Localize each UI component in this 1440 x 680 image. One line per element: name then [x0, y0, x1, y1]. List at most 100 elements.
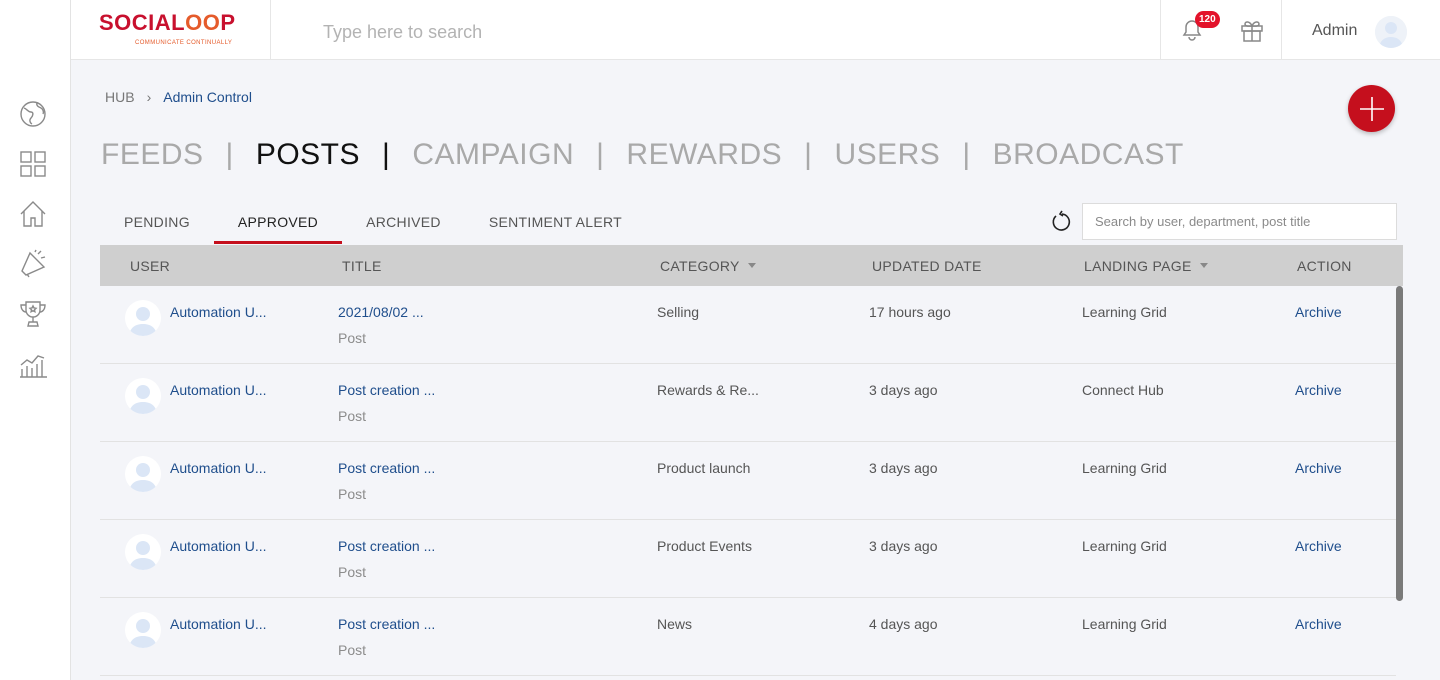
row-updated-date: 17 hours ago — [869, 304, 951, 320]
archive-link[interactable]: Archive — [1295, 538, 1342, 554]
logo-tagline: COMMUNICATE CONTINUALLY — [135, 40, 233, 46]
table-row: Automation U... Post creation ... Post N… — [100, 598, 1396, 676]
gift-icon[interactable] — [1239, 17, 1267, 45]
logo-wordmark: SOCIALOOP — [99, 10, 236, 36]
row-category: Product Events — [657, 538, 752, 554]
megaphone-icon[interactable] — [18, 249, 48, 279]
admin-name[interactable]: Admin — [1312, 22, 1357, 40]
nav-separator: | — [596, 138, 605, 171]
avatar — [125, 456, 161, 492]
nav-posts[interactable]: POSTS — [256, 138, 360, 172]
divider — [1160, 0, 1161, 60]
row-updated-date: 3 days ago — [869, 382, 938, 398]
refresh-icon[interactable] — [1051, 210, 1075, 234]
row-post-type: Post — [338, 564, 367, 580]
column-label: USER — [130, 257, 171, 274]
nav-users[interactable]: USERS — [834, 138, 940, 172]
nav-separator: | — [225, 138, 234, 171]
avatar — [125, 300, 161, 336]
avatar — [125, 612, 161, 648]
grid-icon[interactable] — [18, 149, 48, 179]
row-title-link[interactable]: Post creation ... — [338, 460, 435, 476]
analytics-icon[interactable] — [18, 349, 48, 379]
column-updated-date: UPDATED DATE — [872, 245, 982, 286]
row-post-type: Post — [338, 486, 367, 502]
sub-tabs: PENDING APPROVED ARCHIVED SENTIMENT ALER… — [100, 200, 646, 244]
tab-approved[interactable]: APPROVED — [213, 200, 343, 244]
row-title-link[interactable]: Post creation ... — [338, 382, 435, 398]
top-bar: SOCIALOOP COMMUNICATE CONTINUALLY 120 Ad… — [71, 0, 1440, 60]
row-updated-date: 3 days ago — [869, 460, 938, 476]
nav-rewards[interactable]: REWARDS — [626, 138, 782, 172]
logo-part: SOCIAL — [99, 10, 186, 35]
add-button[interactable] — [1348, 85, 1395, 132]
nav-feeds[interactable]: FEEDS — [101, 138, 204, 172]
table-search-input[interactable] — [1082, 203, 1397, 240]
row-title-link[interactable]: Post creation ... — [338, 538, 435, 554]
table-row: Automation U... Post creation ... Post P… — [100, 520, 1396, 598]
nav-separator: | — [962, 138, 971, 171]
table-scrollbar[interactable] — [1396, 286, 1403, 601]
column-label: LANDING PAGE — [1084, 257, 1192, 274]
tab-pending[interactable]: PENDING — [100, 200, 214, 244]
row-landing-page: Connect Hub — [1082, 382, 1164, 398]
column-label: CATEGORY — [660, 257, 740, 274]
row-user-link[interactable]: Automation U... — [170, 616, 267, 632]
notification-badge: 120 — [1195, 11, 1220, 28]
archive-link[interactable]: Archive — [1295, 460, 1342, 476]
archive-link[interactable]: Archive — [1295, 304, 1342, 320]
avatar[interactable] — [1375, 16, 1407, 48]
archive-link[interactable]: Archive — [1295, 382, 1342, 398]
row-category: Product launch — [657, 460, 751, 476]
row-landing-page: Learning Grid — [1082, 460, 1167, 476]
column-user: USER — [130, 245, 170, 286]
brand-logo[interactable]: SOCIALOOP COMMUNICATE CONTINUALLY — [71, 0, 271, 60]
row-title-link[interactable]: Post creation ... — [338, 616, 435, 632]
chevron-right-icon: › — [146, 89, 152, 105]
caret-down-icon[interactable] — [1199, 263, 1208, 268]
archive-link[interactable]: Archive — [1295, 616, 1342, 632]
row-post-type: Post — [338, 330, 367, 346]
nav-separator: | — [382, 138, 391, 171]
table-row: Automation U... 2021/08/02 ... Post Sell… — [100, 286, 1396, 364]
column-label: ACTION — [1297, 257, 1352, 274]
row-category: Selling — [657, 304, 700, 320]
breadcrumb-current[interactable]: Admin Control — [163, 89, 252, 105]
breadcrumb: HUB › Admin Control — [105, 89, 252, 105]
row-title-link[interactable]: 2021/08/02 ... — [338, 304, 424, 320]
left-sidebar — [0, 0, 71, 680]
column-category[interactable]: CATEGORY — [660, 245, 756, 286]
home-icon[interactable] — [18, 199, 48, 229]
avatar — [125, 378, 161, 414]
row-landing-page: Learning Grid — [1082, 304, 1167, 320]
tab-archived[interactable]: ARCHIVED — [342, 200, 465, 244]
row-user-link[interactable]: Automation U... — [170, 538, 267, 554]
row-category: Rewards & Re... — [657, 382, 759, 398]
row-user-link[interactable]: Automation U... — [170, 382, 267, 398]
row-post-type: Post — [338, 642, 367, 658]
nav-separator: | — [804, 138, 813, 171]
row-updated-date: 4 days ago — [869, 616, 938, 632]
trophy-icon[interactable] — [18, 299, 48, 329]
nav-broadcast[interactable]: BROADCAST — [993, 138, 1184, 172]
table-row: Automation U... Post creation ... Post P… — [100, 442, 1396, 520]
breadcrumb-hub[interactable]: HUB — [105, 89, 135, 105]
row-user-link[interactable]: Automation U... — [170, 460, 267, 476]
column-title: TITLE — [342, 245, 382, 286]
row-landing-page: Learning Grid — [1082, 616, 1167, 632]
tab-sentiment-alert[interactable]: SENTIMENT ALERT — [465, 200, 646, 244]
global-search-input[interactable] — [323, 18, 823, 46]
row-user-link[interactable]: Automation U... — [170, 304, 267, 320]
main-nav: FEEDS | POSTS | CAMPAIGN | REWARDS | USE… — [101, 138, 1184, 172]
caret-down-icon[interactable] — [747, 263, 756, 268]
column-landing-page[interactable]: LANDING PAGE — [1084, 245, 1208, 286]
row-category: News — [657, 616, 693, 632]
column-action: ACTION — [1297, 245, 1352, 286]
divider — [1281, 0, 1282, 60]
table-header: USER TITLE CATEGORY UPDATED DATE LANDING… — [100, 245, 1403, 286]
globe-icon[interactable] — [18, 99, 48, 129]
nav-campaign[interactable]: CAMPAIGN — [412, 138, 574, 172]
table-row: Automation U... Post creation ... Post R… — [100, 364, 1396, 442]
logo-part: P — [220, 10, 236, 35]
table-body: Automation U... 2021/08/02 ... Post Sell… — [100, 286, 1403, 680]
